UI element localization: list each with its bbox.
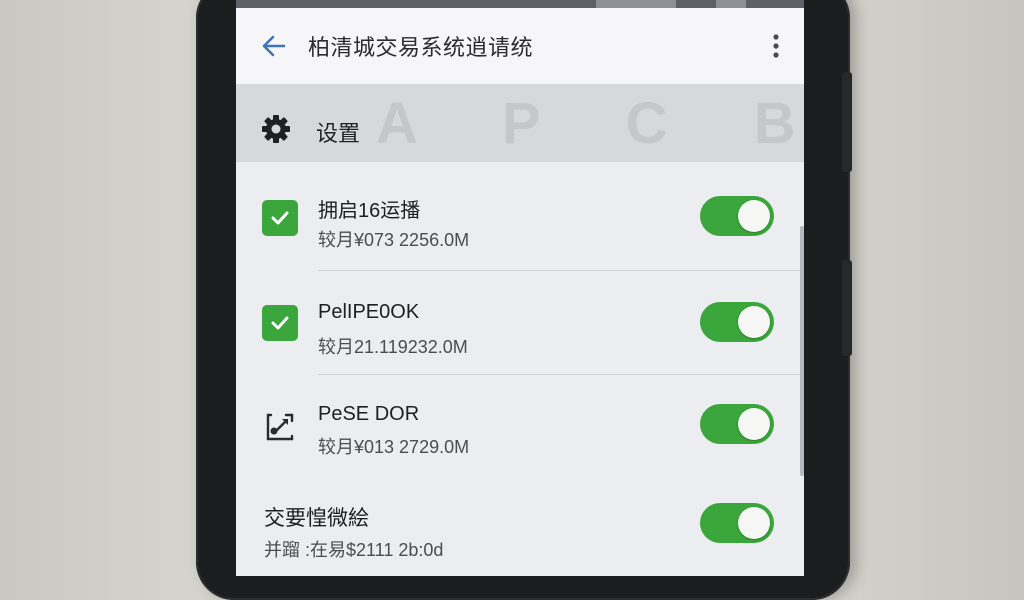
sync-icon [262, 409, 298, 445]
checkbox[interactable] [262, 305, 298, 341]
item-subtitle: 较月¥073 2256.0M [318, 230, 470, 250]
gear-icon [260, 113, 292, 145]
item-title: PeSE DOR [318, 403, 420, 425]
arrow-left-icon[interactable] [258, 30, 290, 62]
toggle-knob [738, 306, 770, 338]
toggle-switch[interactable] [700, 196, 774, 236]
phone-side-button [842, 72, 852, 172]
section-title: 设置 [316, 121, 361, 146]
item-subtitle: 并蹓 :在易$2111 2b:0d [264, 540, 444, 560]
phone-side-button [842, 260, 852, 356]
toggle-knob [738, 408, 770, 440]
item-subtitle: 较月21.119232.0M [318, 337, 468, 357]
toggle-switch[interactable] [700, 302, 774, 342]
item-title: PelIPE0OK [318, 301, 420, 323]
check-icon[interactable] [262, 200, 298, 236]
more-vertical-icon[interactable] [764, 30, 788, 62]
status-bar-segment [596, 0, 676, 8]
status-bar-segment [716, 0, 746, 8]
checkbox[interactable] [262, 200, 298, 236]
check-icon[interactable] [262, 305, 298, 341]
settings-section-header: A P C B 设置 [236, 84, 804, 162]
list-item[interactable]: 拥启16运播 较月¥073 2256.0M [236, 166, 804, 270]
item-subtitle: 较月¥013 2729.0M [318, 437, 470, 457]
item-title: 交要惶微絵 [264, 507, 369, 530]
list-item[interactable]: PelIPE0OK 较月21.119232.0M [236, 271, 804, 375]
status-bar [236, 0, 804, 8]
toggle-switch[interactable] [700, 404, 774, 444]
toggle-knob [738, 507, 770, 539]
list-item[interactable]: PeSE DOR 较月¥013 2729.0M [236, 375, 804, 479]
item-title: 拥启16运播 [318, 200, 421, 222]
phone-screen: 柏清城交易系统逍请统 A P C B 设置 拥启16运播 较月¥073 2256… [236, 0, 804, 576]
toggle-knob [738, 200, 770, 232]
toggle-switch[interactable] [700, 503, 774, 543]
page-title: 柏清城交易系统逍请统 [308, 35, 534, 60]
app-bar: 柏清城交易系统逍请统 [236, 8, 804, 84]
scrollbar[interactable] [800, 226, 804, 476]
list-item[interactable]: 交要惶微絵 并蹓 :在易$2111 2b:0d [236, 478, 804, 576]
background-watermark: A P C B [376, 91, 804, 156]
